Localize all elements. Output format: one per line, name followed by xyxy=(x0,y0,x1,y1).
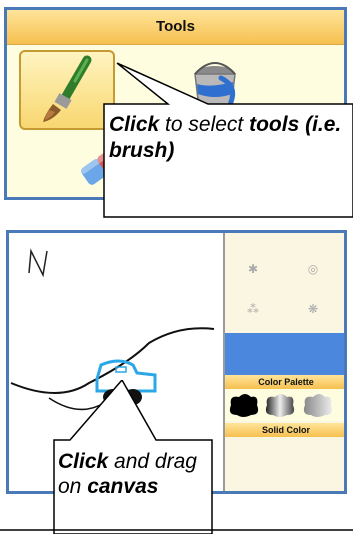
paintbrush-icon xyxy=(43,55,92,122)
brush-size-large-icon[interactable]: ⁂ xyxy=(243,299,263,319)
callout-canvas-click: Click xyxy=(58,450,109,473)
brush-size-small-icon[interactable]: ✱ xyxy=(243,259,263,279)
tools-panel: Tools xyxy=(4,7,347,200)
brush-tool-button[interactable] xyxy=(19,50,115,130)
callout-canvas-text: Click and drag on canvas xyxy=(58,449,208,499)
brush-size-medium-icon[interactable]: ◎ xyxy=(303,259,323,279)
callout-tools-click: Click xyxy=(109,113,160,136)
selected-color-bar xyxy=(225,333,344,375)
brush-size-xlarge-icon[interactable]: ❋ xyxy=(303,299,323,319)
tools-header: Tools xyxy=(7,10,344,45)
callout-tools-mid: to select xyxy=(159,113,250,136)
callout-canvas-target: canvas xyxy=(87,475,159,498)
callout-tools-text: Click to select tools (i.e. brush) xyxy=(109,112,345,164)
tools-title: Tools xyxy=(156,18,195,35)
